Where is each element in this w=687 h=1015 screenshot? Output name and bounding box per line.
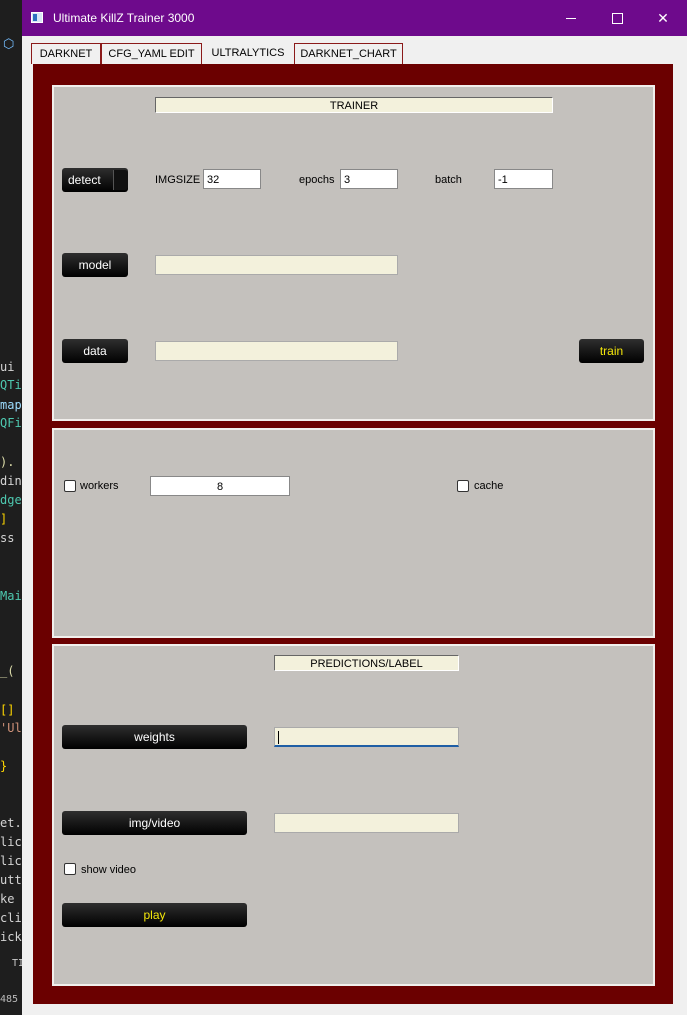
cache-checkbox[interactable] <box>457 480 469 492</box>
batch-label: batch <box>435 174 462 186</box>
weights-button[interactable]: weights <box>62 725 247 749</box>
code-fragment: lic <box>0 854 22 868</box>
app-icon <box>31 12 43 23</box>
code-fragment: map <box>0 398 22 412</box>
task-dropdown[interactable]: detect <box>62 168 128 192</box>
close-button[interactable]: ✕ <box>640 0 686 36</box>
maximize-button[interactable] <box>594 0 640 36</box>
tab-cfg-yaml-edit[interactable]: CFG_YAML EDIT <box>101 43 202 64</box>
code-fragment: et. <box>0 816 22 830</box>
trainer-header: TRAINER <box>155 97 553 113</box>
workers-input[interactable]: 8 <box>150 476 290 496</box>
code-fragment: din <box>0 474 22 488</box>
minimize-icon <box>566 17 576 19</box>
code-fragment: QTi <box>0 378 22 392</box>
code-fragment: ui <box>0 360 15 374</box>
code-fragment: } <box>0 759 8 773</box>
app-window: Ultimate KillZ Trainer 3000 ✕ DARKNET CF… <box>22 0 687 1015</box>
code-fragment: ick <box>0 930 22 944</box>
code-fragment: cli <box>0 911 22 925</box>
cache-label: cache <box>474 480 504 492</box>
show-video-checkbox[interactable] <box>64 863 76 875</box>
imgsize-input[interactable]: 32 <box>203 169 261 189</box>
code-fragment: _( <box>0 664 15 678</box>
img-video-path-input[interactable] <box>274 813 459 833</box>
code-fragment: lic <box>0 835 22 849</box>
cube-icon: ⬡ <box>3 36 15 51</box>
code-fragment: Mai <box>0 589 22 603</box>
data-path-input[interactable] <box>155 341 398 361</box>
epochs-label: epochs <box>299 174 335 186</box>
workers-checkbox[interactable] <box>64 480 76 492</box>
ultralytics-pane: TRAINER detect IMGSIZE 32 epochs 3 batch… <box>33 64 673 1004</box>
code-fragment: 'Ul <box>0 721 22 735</box>
maximize-icon <box>611 12 623 24</box>
code-fragment: ss <box>0 531 15 545</box>
trainer-group: TRAINER detect IMGSIZE 32 epochs 3 batch… <box>52 85 655 421</box>
weights-path-input[interactable] <box>274 727 459 747</box>
data-button[interactable]: data <box>62 339 128 363</box>
code-fragment: [] <box>0 703 15 717</box>
workers-label: workers <box>80 480 119 492</box>
close-icon: ✕ <box>657 9 669 26</box>
predictions-group: PREDICTIONS/LABEL weights img/video show… <box>52 644 655 986</box>
code-fragment: ). <box>0 455 15 469</box>
code-fragment: ke <box>0 892 15 906</box>
train-button[interactable]: train <box>579 339 644 363</box>
text-caret <box>278 731 279 744</box>
code-fragment: 485 <box>0 994 19 1005</box>
batch-input[interactable]: -1 <box>494 169 553 189</box>
imgsize-label: IMGSIZE <box>155 174 201 186</box>
show-video-label: show video <box>81 864 137 876</box>
window-title: Ultimate KillZ Trainer 3000 <box>53 11 195 25</box>
background-editor: ⬡ ui QTi map QFi ). din dge ] ss Mai _( … <box>0 0 24 1015</box>
predictions-header: PREDICTIONS/LABEL <box>274 655 459 671</box>
tab-ultralytics[interactable]: ULTRALYTICS <box>202 43 294 64</box>
img-video-button[interactable]: img/video <box>62 811 247 835</box>
tab-darknet-chart[interactable]: DARKNET_CHART <box>294 43 403 64</box>
model-path-input[interactable] <box>155 255 398 275</box>
options-group: workers 8 cache <box>52 428 655 638</box>
tab-darknet[interactable]: DARKNET <box>31 43 101 64</box>
model-button[interactable]: model <box>62 253 128 277</box>
code-fragment: dge <box>0 493 22 507</box>
play-button[interactable]: play <box>62 903 247 927</box>
code-fragment: QFi <box>0 416 22 430</box>
epochs-input[interactable]: 3 <box>340 169 398 189</box>
title-bar[interactable]: Ultimate KillZ Trainer 3000 ✕ <box>22 0 687 36</box>
minimize-button[interactable] <box>548 0 594 36</box>
code-fragment: ] <box>0 512 8 526</box>
code-fragment: utt <box>0 873 22 887</box>
